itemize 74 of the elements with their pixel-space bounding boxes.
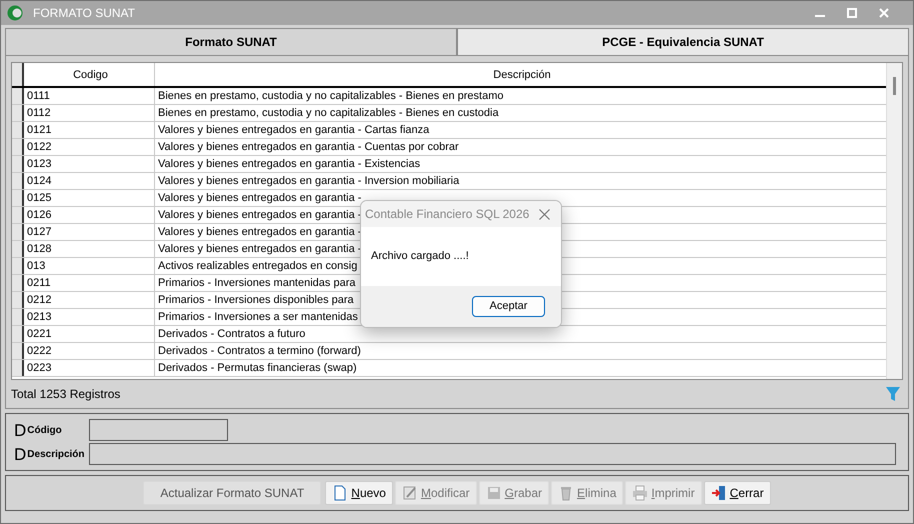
table-cell: 013 [24,258,155,274]
table-cell: Valores y bienes entregados en garantia - Existencias [158,158,420,170]
table-cell: Valores y bienes entregados en garantia - Inversion mobiliaria [158,175,460,187]
table-cell: 0212 [24,292,155,308]
row-header[interactable] [12,190,24,206]
field-label: Descripción [27,448,86,462]
toolbar-button[interactable]: Nuevo [325,481,393,505]
tab[interactable]: PCGE - Equivalencia SUNAT [457,28,909,55]
table-cell: 0112 [24,105,155,121]
table-cell: 0211 [24,275,155,291]
row-header[interactable] [12,275,24,291]
table-cell: Derivados - Contratos a termino (forward) [158,345,361,357]
record-count: Total 1253 Registros [11,386,120,403]
window-title: FORMATO SUNAT [33,5,135,22]
row-header[interactable] [12,88,24,104]
row-header[interactable] [12,241,24,257]
table-cell: 0123 [24,156,155,172]
row-header[interactable] [12,258,24,274]
table-cell: Valores y bienes entregados en garantia - Cartas fianza [158,124,430,136]
row-header[interactable] [12,122,24,138]
table-cell: 0213 [24,309,155,325]
table-cell: 0125 [24,190,155,206]
table-cell: Valores y bienes entregados en garantia - Cuentas por cobrar [158,141,459,153]
table-cell: 0111 [24,88,155,104]
table-cell: Activos realizables entregados en consig [158,260,358,272]
table-cell: 0128 [24,241,155,257]
table-cell: Derivados - Contratos a futuro [158,328,306,340]
exit-door-icon [710,485,727,501]
row-header[interactable] [12,292,24,308]
dialog-title: Contable Financiero SQL 2026 [365,206,530,224]
row-header[interactable] [12,360,24,376]
app-logo-icon [7,5,23,21]
column-header[interactable]: Descripción [155,63,886,86]
row-header [12,63,24,86]
row-header[interactable] [12,139,24,155]
table-cell: Bienes en prestamo, custodia y no capitalizables - Bienes en custodia [158,107,499,119]
field-marker: D [14,446,26,462]
table-cell: 0121 [24,122,155,138]
toolbar-button[interactable]: Cerrar [704,481,771,505]
row-header[interactable] [12,105,24,121]
table-cell: 0124 [24,173,155,189]
table-cell: Valores y bienes entregados en garantia - [158,192,362,204]
table-cell: Derivados - Permutas financieras (swap) [158,362,357,374]
table-cell: 0126 [24,207,155,223]
table-cell: 0221 [24,326,155,342]
row-header[interactable] [12,309,24,325]
row-header[interactable] [12,207,24,223]
row-header[interactable] [12,173,24,189]
field-label: Código [27,424,63,438]
printer-icon [632,485,648,501]
new-file-icon [332,485,348,501]
tab[interactable]: Formato SUNAT [5,28,457,55]
edit-icon [402,485,418,501]
field-marker: D [14,422,26,438]
scrollbar-thumb[interactable] [893,77,896,95]
input-field[interactable] [89,443,896,465]
row-header[interactable] [12,224,24,240]
accept-button[interactable]: Aceptar [472,296,545,317]
row-header[interactable] [12,326,24,342]
table-cell: Primarios - Inversiones mantenidas para [158,277,356,289]
table-cell: 0127 [24,224,155,240]
table-cell: Bienes en prestamo, custodia y no capitalizables - Bienes en prestamo [158,90,504,102]
input-field[interactable] [89,419,228,441]
table-cell: 0122 [24,139,155,155]
table-cell: Primarios - Inversiones disponibles para [158,294,354,306]
row-header[interactable] [12,156,24,172]
row-header[interactable] [12,343,24,359]
table-cell: Primarios - Inversiones a ser mantenidas [158,311,358,323]
close-icon[interactable] [539,208,550,220]
scrollbar[interactable] [886,63,902,379]
dialog-message: Archivo cargado ....! [371,250,469,262]
table-cell: 0222 [24,343,155,359]
column-header[interactable]: Codigo [24,63,155,86]
table-cell: 0223 [24,360,155,376]
